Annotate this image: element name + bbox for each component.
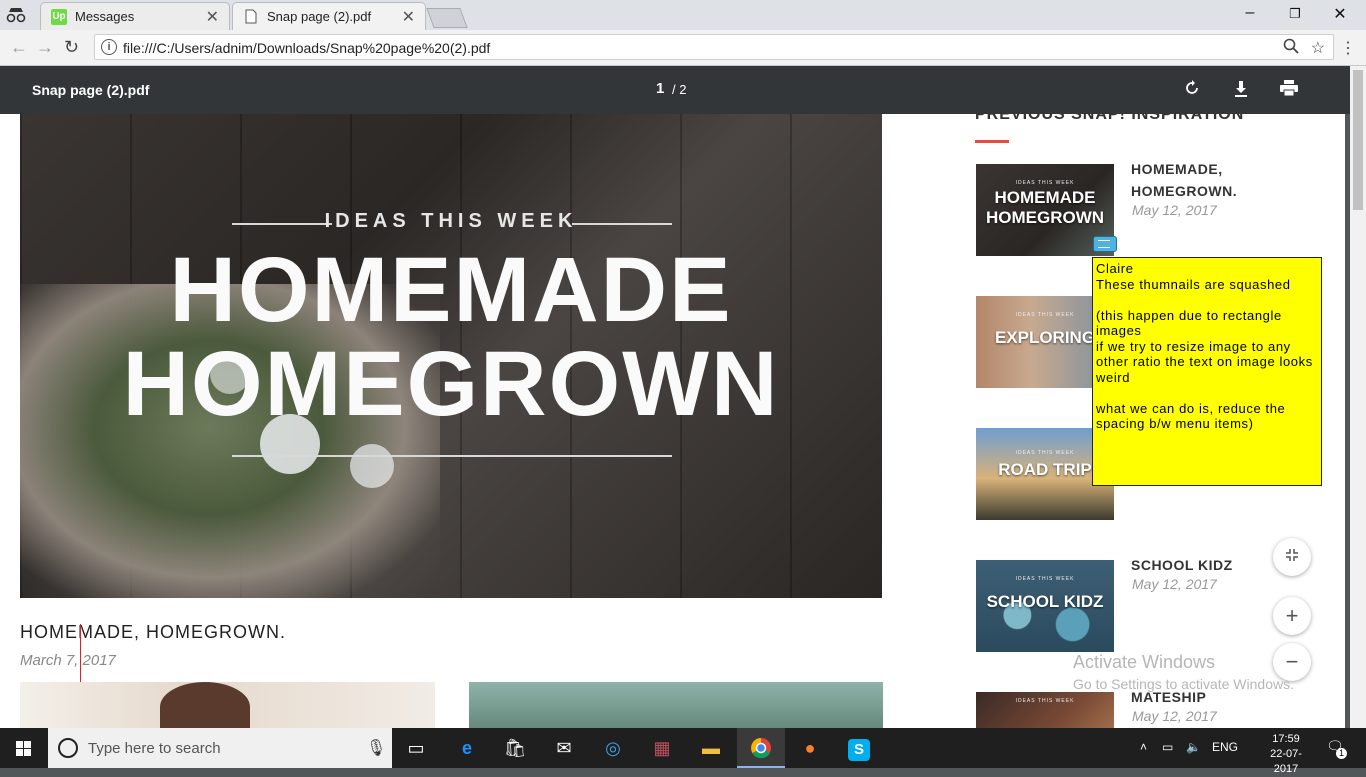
close-window-button[interactable]: ✕ xyxy=(1320,4,1360,24)
clock-time: 17:59 xyxy=(1272,733,1300,745)
bookmark-star-icon[interactable]: ☆ xyxy=(1311,38,1325,58)
fit-to-page-button[interactable] xyxy=(1273,538,1311,576)
restore-button[interactable]: ❐ xyxy=(1275,6,1315,22)
windows-start-icon[interactable] xyxy=(0,728,48,768)
download-icon[interactable] xyxy=(1233,80,1249,103)
winrar-icon[interactable]: ▦ xyxy=(638,728,686,768)
clock[interactable]: 17:59 22-07-2017 xyxy=(1262,732,1310,777)
chevron-up-icon[interactable]: ˄ xyxy=(1140,740,1147,754)
rotate-icon[interactable] xyxy=(1184,80,1200,101)
tab-label: Messages xyxy=(75,9,135,24)
comment-popup[interactable]: Claire These thumnails are squashed (thi… xyxy=(1092,257,1322,486)
browser-toolbar: ← → ↻ i file:///C:/Users/adnim/Downloads… xyxy=(0,30,1366,66)
post-title: HOMEMADE, HOMEGROWN. xyxy=(20,622,286,642)
comment-line xyxy=(1096,292,1318,308)
post-image-left xyxy=(20,682,435,728)
clock-date: 22-07-2017 xyxy=(1270,748,1302,775)
back-icon[interactable]: ← xyxy=(10,37,28,58)
scrollbar[interactable] xyxy=(1350,66,1366,728)
post-date: March 7, 2017 xyxy=(20,652,116,669)
card-title[interactable]: HOMEMADE, HOMEGROWN. xyxy=(1131,158,1271,202)
network-icon[interactable]: ▭ xyxy=(1162,740,1173,754)
print-icon[interactable] xyxy=(1280,80,1298,101)
close-tab-icon[interactable]: ✕ xyxy=(402,7,415,27)
taskbar-search-box[interactable]: Type here to search 🎙 xyxy=(48,728,392,768)
card-thumbnail-mateship[interactable]: IDEAS THIS WEEK xyxy=(976,692,1114,728)
comment-line: what we can do is, reduce the spacing b/… xyxy=(1096,400,1286,432)
comment-line: (this happen due to rectangle images xyxy=(1096,307,1282,339)
post-image-right xyxy=(469,682,883,728)
search-placeholder[interactable]: Type here to search xyxy=(88,740,221,757)
comment-author: Claire xyxy=(1096,261,1134,276)
scrollbar-thumb[interactable] xyxy=(1353,70,1363,210)
mail-icon[interactable]: ✉ xyxy=(540,728,588,768)
zoom-search-icon[interactable] xyxy=(1283,38,1299,59)
task-view-icon[interactable]: ▭ xyxy=(392,728,440,768)
document-icon xyxy=(243,9,259,25)
page-number-input[interactable]: 1 xyxy=(656,80,664,97)
zoom-in-button[interactable]: + xyxy=(1273,597,1311,635)
pdf-toolbar: Snap page (2).pdf 1 / 2 xyxy=(0,66,1366,114)
safari-icon[interactable]: ◎ xyxy=(589,728,637,768)
tab-strip: Up Messages ✕ Snap page (2).pdf ✕ – ❐ ✕ xyxy=(0,0,1366,30)
pdf-title: Snap page (2).pdf xyxy=(32,82,150,98)
sidebar-heading: PREVIOUS SNAP! INSPIRATION xyxy=(975,114,1245,123)
notification-count: 1 xyxy=(1336,748,1347,759)
pdf-page: IDEAS THIS WEEK HOMEMADE HOMEGROWN HOMEM… xyxy=(0,114,1345,728)
file-explorer-icon[interactable]: ▬ xyxy=(687,728,735,768)
activate-windows-title: Activate Windows xyxy=(1073,652,1216,672)
card-date: May 12, 2017 xyxy=(1132,202,1217,218)
edge-icon[interactable]: e xyxy=(443,728,491,768)
close-tab-icon[interactable]: ✕ xyxy=(206,7,219,27)
reload-icon[interactable]: ↻ xyxy=(64,37,79,58)
forward-icon[interactable]: → xyxy=(36,37,54,58)
tab-label: Snap page (2).pdf xyxy=(267,9,372,24)
heading-underline xyxy=(975,140,1009,143)
skype-icon[interactable]: S xyxy=(835,728,883,768)
cortana-icon xyxy=(58,738,78,758)
firefox-icon[interactable]: ● xyxy=(786,728,834,768)
minimize-button[interactable]: – xyxy=(1230,4,1270,22)
volume-icon[interactable]: 🔈 xyxy=(1186,740,1201,754)
card-date: May 12, 2017 xyxy=(1132,708,1217,724)
tab-messages[interactable]: Up Messages ✕ xyxy=(40,2,230,30)
card-thumbnail-school-kidz[interactable]: IDEAS THIS WEEK SCHOOL KIDZ xyxy=(976,560,1114,652)
microphone-icon[interactable]: 🎙 xyxy=(366,738,386,758)
browser-menu-icon[interactable]: ⋮ xyxy=(1340,38,1356,58)
hero-line-1: HOMEMADE xyxy=(169,239,733,341)
windows-taskbar: Type here to search 🎙 ▭ e 🛍 ✉ ◎ ▦ ▬ ● S … xyxy=(0,728,1366,775)
comment-line: These thumnails are squashed xyxy=(1096,276,1291,292)
comment-line: if we try to resize image to any other r… xyxy=(1096,338,1313,385)
url-text[interactable]: file:///C:/Users/adnim/Downloads/Snap%20… xyxy=(123,40,490,56)
card-title[interactable]: SCHOOL KIDZ xyxy=(1131,554,1233,576)
tab-snap-page-pdf[interactable]: Snap page (2).pdf ✕ xyxy=(232,2,426,30)
address-bar[interactable]: i file:///C:/Users/adnim/Downloads/Snap%… xyxy=(94,34,1334,60)
card-date: May 12, 2017 xyxy=(1132,576,1217,592)
language-indicator[interactable]: ENG xyxy=(1212,740,1238,754)
comment-line xyxy=(1096,385,1318,401)
comment-icon[interactable] xyxy=(1093,236,1117,252)
store-icon[interactable]: 🛍 xyxy=(491,728,539,768)
info-icon[interactable]: i xyxy=(101,39,117,55)
activate-windows-subtitle: Go to Settings to activate Windows. xyxy=(1073,676,1294,692)
page-total: / 2 xyxy=(672,82,687,97)
chrome-icon[interactable] xyxy=(737,728,785,768)
upwork-icon: Up xyxy=(51,9,67,25)
incognito-icon xyxy=(6,6,26,24)
hero-image: IDEAS THIS WEEK HOMEMADE HOMEGROWN xyxy=(20,114,882,598)
new-tab-button[interactable] xyxy=(426,8,468,28)
hero-line-2: HOMEGROWN xyxy=(122,333,780,435)
hero-kicker: IDEAS THIS WEEK xyxy=(324,210,578,232)
